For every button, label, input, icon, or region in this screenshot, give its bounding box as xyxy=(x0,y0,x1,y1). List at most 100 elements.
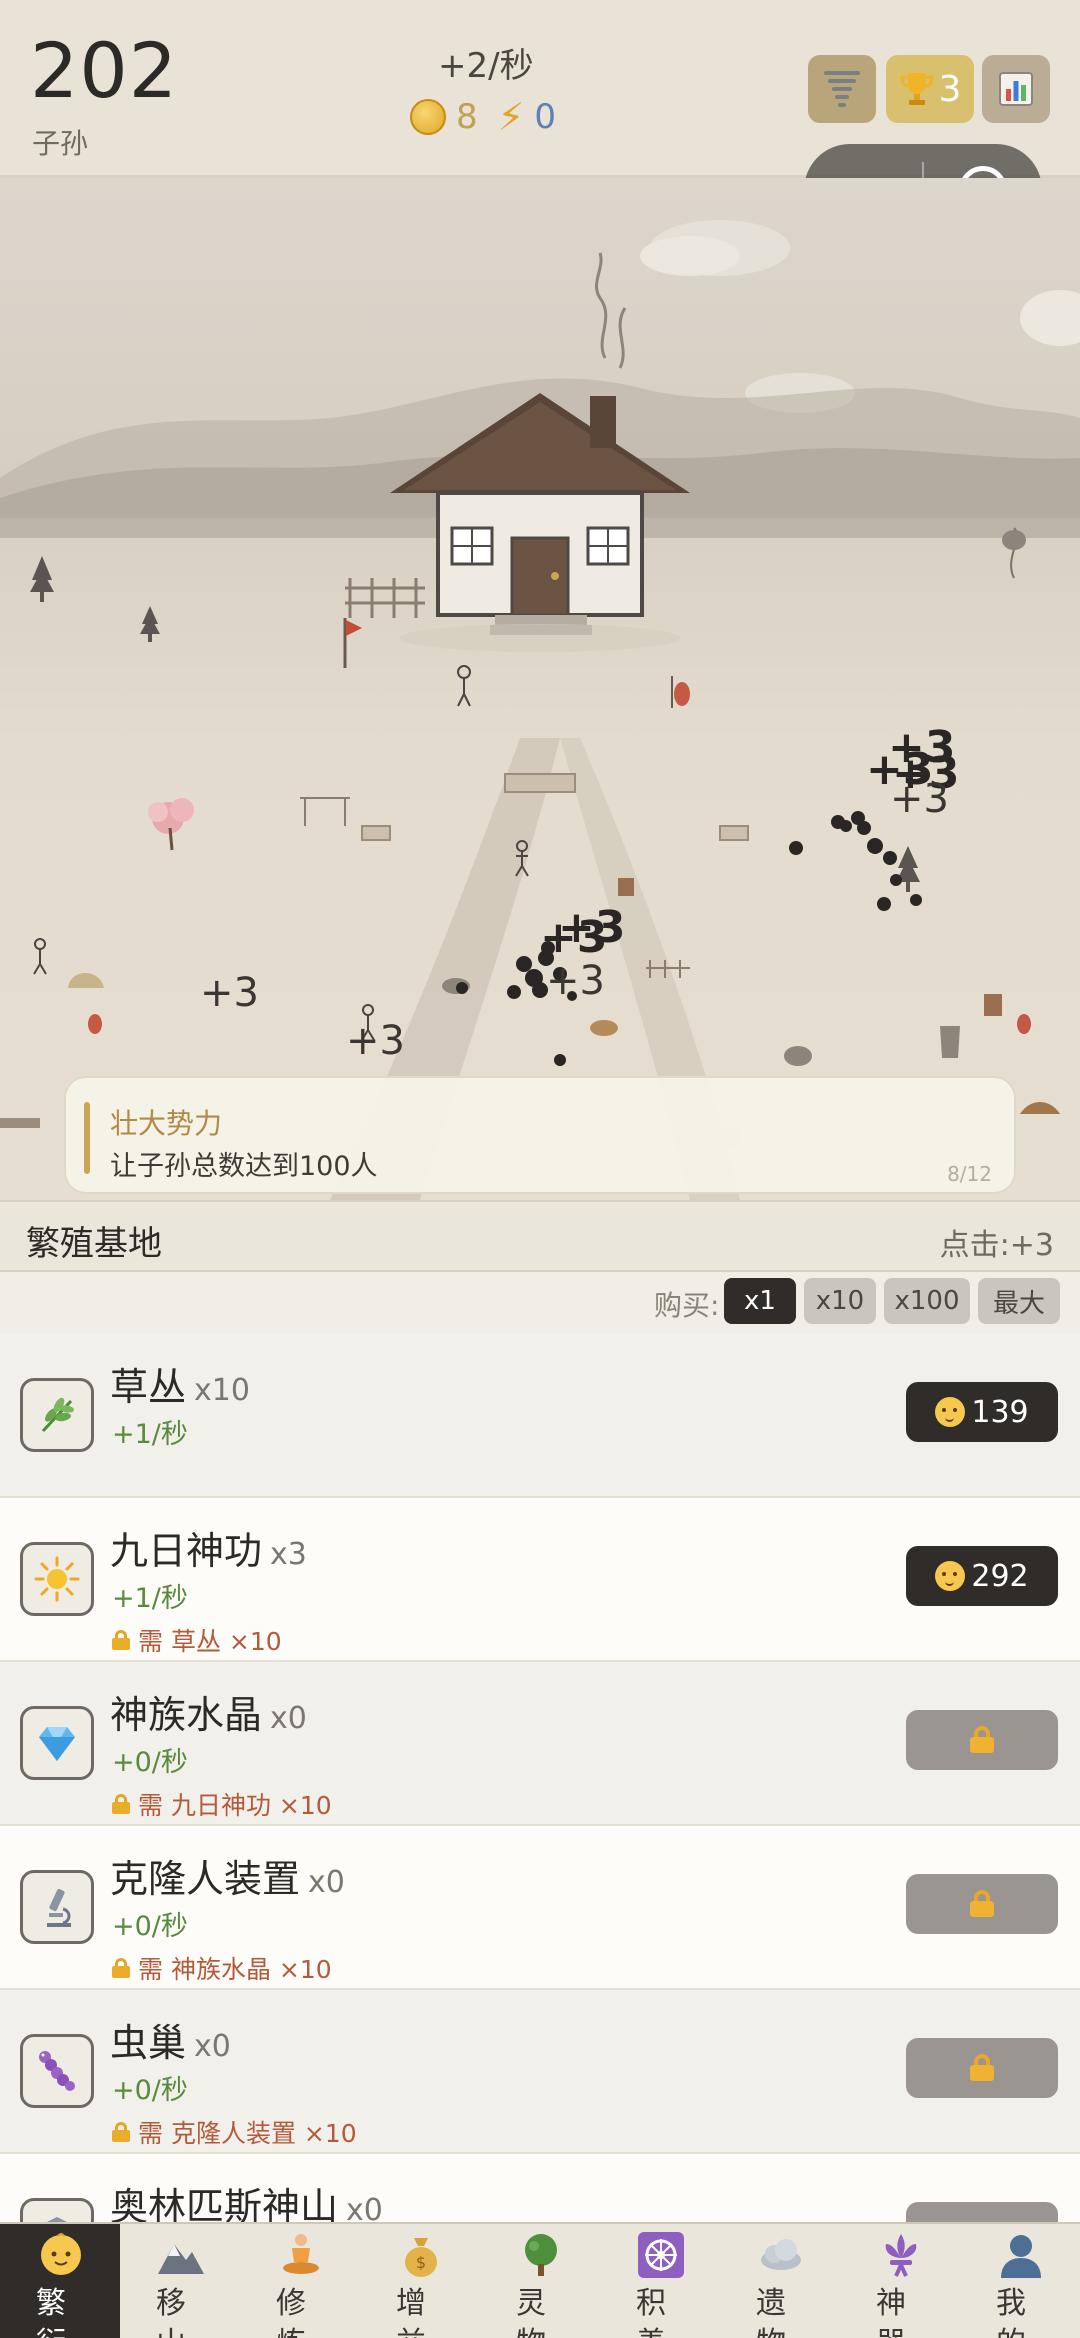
worm-icon xyxy=(20,2034,94,2108)
bottom-nav: 繁衍 移山 修炼 $ 增益 灵物 xyxy=(0,2222,1080,2338)
cloud-icon xyxy=(761,2239,801,2270)
locked-buy-button[interactable] xyxy=(906,1710,1058,1770)
quest-banner[interactable]: 壮大势力 让子孙总数达到100人 8/12 xyxy=(64,1076,1016,1194)
baby-face-icon xyxy=(935,1561,966,1591)
money-bag-icon: $ xyxy=(405,2238,437,2277)
item-requirement: 需 神族水晶 ×10 xyxy=(112,1950,332,1986)
multiplier-x100-button[interactable]: x100 xyxy=(884,1278,970,1324)
energy-count: 0 xyxy=(534,97,556,137)
nav-label: 移山 xyxy=(156,2286,186,2338)
nav-tab-cultivate[interactable]: 修炼 xyxy=(240,2224,360,2338)
locked-buy-button[interactable] xyxy=(906,1874,1058,1934)
lock-icon xyxy=(970,1890,994,1918)
stats-button[interactable] xyxy=(982,55,1050,123)
nav-tab-merit[interactable]: 积善 xyxy=(600,2224,720,2338)
nav-tab-move-mountain[interactable]: 移山 xyxy=(120,2224,240,2338)
list-item: 草丛 x10 +1/秒 139 xyxy=(0,1334,1080,1498)
multiplier-x10-button[interactable]: x10 xyxy=(804,1278,876,1324)
dharma-wheel-icon xyxy=(638,2232,684,2278)
lock-icon xyxy=(112,1794,130,1814)
lock-icon xyxy=(112,2122,130,2142)
nav-label: 积善 xyxy=(636,2286,666,2338)
currency-row: 8 ⚡ 0 xyxy=(410,95,556,139)
gem-icon xyxy=(20,1706,94,1780)
nav-tab-reproduce[interactable]: 繁衍 xyxy=(0,2224,120,2338)
microscope-icon xyxy=(20,1870,94,1944)
nav-tab-artifacts[interactable]: 神器 xyxy=(840,2224,960,2338)
item-rate: +1/秒 xyxy=(112,1583,188,1614)
buy-label: 购买: xyxy=(654,1289,720,1322)
click-value: 点击:+3 xyxy=(939,1228,1054,1263)
coin-count: 8 xyxy=(456,97,478,137)
item-rate: +0/秒 xyxy=(112,1911,188,1942)
scene-illustration xyxy=(0,220,1080,1200)
item-rate: +0/秒 xyxy=(112,1747,188,1778)
tornado-icon xyxy=(824,71,860,107)
nav-label: 灵物 xyxy=(516,2286,546,2338)
descendant-label: 子孙 xyxy=(32,127,89,160)
item-requirement: 需 草丛 ×10 xyxy=(112,1622,282,1658)
game-scene[interactable]: +3 +3 +3 +3 +3 +3 +3 +3 +3 xyxy=(0,178,1080,1200)
buy-multiplier-bar: 购买: x1 x10 x100 最大 xyxy=(0,1272,1080,1334)
trophy-icon xyxy=(900,73,934,105)
tornado-button[interactable] xyxy=(808,55,876,123)
quest-accent-bar xyxy=(84,1102,90,1174)
lightning-icon: ⚡ xyxy=(497,95,525,139)
user-icon xyxy=(1001,2235,1041,2278)
herb-icon xyxy=(20,1378,94,1452)
lock-icon xyxy=(112,1958,130,1978)
click-gain-number: +3 xyxy=(200,970,259,1016)
nav-label: 繁衍 xyxy=(36,2286,66,2338)
coin-icon xyxy=(410,99,446,135)
item-rate: +0/秒 xyxy=(112,2075,188,2106)
baby-icon xyxy=(41,2233,81,2275)
trophy-count: 3 xyxy=(938,68,962,110)
nav-tab-buff[interactable]: $ 增益 xyxy=(360,2224,480,2338)
nav-label: 增益 xyxy=(396,2286,426,2338)
nav-tab-profile[interactable]: 我的 xyxy=(960,2224,1080,2338)
baby-face-icon xyxy=(935,1397,966,1427)
trophy-button[interactable]: 3 xyxy=(886,55,974,123)
multiplier-x1-button[interactable]: x1 xyxy=(724,1278,796,1324)
buy-button[interactable]: 292 xyxy=(906,1546,1058,1606)
list-item: 神族水晶 x0 +0/秒 需 九日神功 ×10 xyxy=(0,1662,1080,1826)
descendant-count: 202 xyxy=(30,26,179,115)
click-gain-number: +3 xyxy=(890,776,949,822)
svg-text:$: $ xyxy=(416,2253,426,2272)
buy-button[interactable]: 139 xyxy=(906,1382,1058,1442)
item-rate: +1/秒 xyxy=(112,1419,188,1450)
nav-label: 神器 xyxy=(876,2286,906,2338)
nav-tab-spirit[interactable]: 灵物 xyxy=(480,2224,600,2338)
sun-icon xyxy=(20,1542,94,1616)
multiplier-max-button[interactable]: 最大 xyxy=(978,1278,1060,1324)
item-name: 克隆人装置 x0 xyxy=(110,1857,345,1901)
section-header: 繁殖基地 点击:+3 xyxy=(0,1200,1080,1272)
click-gain-number: +3 xyxy=(546,958,605,1004)
list-item: 虫巢 x0 +0/秒 需 克隆人装置 ×10 xyxy=(0,1990,1080,2154)
quest-progress: 8/12 xyxy=(947,1162,992,1186)
lock-icon xyxy=(112,1630,130,1650)
fleur-de-lis-icon xyxy=(885,2234,917,2277)
tree-icon xyxy=(525,2234,557,2276)
nav-label: 遗物 xyxy=(756,2286,786,2338)
locked-buy-button[interactable] xyxy=(906,2038,1058,2098)
list-item: 九日神功 x3 +1/秒 需 草丛 ×10 292 xyxy=(0,1498,1080,1662)
mountain-icon xyxy=(158,2244,204,2274)
quest-title: 壮大势力 xyxy=(110,1107,223,1140)
nav-tab-relics[interactable]: 遗物 xyxy=(720,2224,840,2338)
meditate-icon xyxy=(283,2234,319,2274)
item-requirement: 需 九日神功 ×10 xyxy=(112,1786,332,1822)
production-rate: +2/秒 xyxy=(438,46,534,86)
item-name: 神族水晶 x0 xyxy=(110,1693,307,1737)
click-gain-number: +3 xyxy=(346,1018,405,1064)
lock-icon xyxy=(970,1726,994,1754)
item-name: 九日神功 x3 xyxy=(110,1529,307,1573)
section-title: 繁殖基地 xyxy=(26,1224,162,1264)
click-gain-number: +3 xyxy=(558,902,626,953)
lock-icon xyxy=(970,2054,994,2082)
item-requirement: 需 克隆人装置 ×10 xyxy=(112,2114,357,2150)
nav-label: 修炼 xyxy=(276,2286,306,2338)
list-item: 克隆人装置 x0 +0/秒 需 神族水晶 ×10 xyxy=(0,1826,1080,1990)
nav-label: 我的 xyxy=(996,2286,1026,2338)
quest-description: 让子孙总数达到100人 xyxy=(110,1151,378,1182)
